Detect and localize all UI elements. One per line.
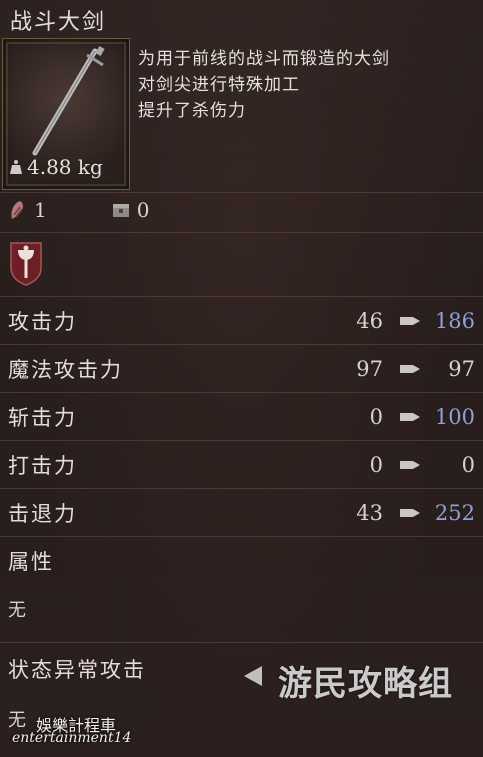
- chest-slot: 0: [111, 198, 150, 222]
- chest-count: 0: [136, 198, 150, 222]
- watermark-triangle-icon: [244, 666, 262, 686]
- arrow-right-icon: [400, 413, 420, 421]
- stat-current-value: 0: [369, 453, 383, 477]
- divider: [0, 392, 483, 393]
- item-description: 为用于前线的战斗而锻造的大剑 对剑尖进行特殊加工 提升了杀伤力: [138, 46, 468, 124]
- stat-new-value: 97: [448, 357, 475, 381]
- stat-row-attack: 攻击力 46 186: [0, 298, 483, 344]
- divider: [0, 232, 483, 233]
- arrow-right-icon: [400, 461, 420, 469]
- divider: [0, 440, 483, 441]
- chest-icon: [112, 204, 129, 217]
- stat-row-slash: 斩击力 0 100: [0, 394, 483, 440]
- stat-row-strike: 打击力 0 0: [0, 442, 483, 488]
- item-name: 战斗大剑: [10, 10, 107, 35]
- divider: [0, 642, 483, 643]
- description-line: 对剑尖进行特殊加工: [138, 75, 300, 95]
- arrow-right-icon: [400, 317, 420, 325]
- stat-label: 击退力: [8, 502, 77, 526]
- divider: [0, 536, 483, 537]
- stat-new-value: 186: [434, 309, 475, 333]
- divider: [0, 192, 483, 193]
- stat-current-value: 46: [356, 309, 383, 333]
- stat-row-knockback: 击退力 43 252: [0, 490, 483, 536]
- stat-row-magic-attack: 魔法攻击力 97 97: [0, 346, 483, 392]
- item-thumbnail: 4.88 kg: [2, 38, 130, 190]
- status-effect-label: 状态异常攻击: [8, 658, 146, 682]
- arrow-right-icon: [400, 365, 420, 373]
- weight-icon: [10, 160, 22, 174]
- upgrade-material-count: 1: [34, 198, 47, 222]
- upgrade-info: 1 0: [8, 196, 149, 224]
- upgrade-material: 1: [8, 198, 47, 222]
- upgrade-material-icon: [11, 201, 23, 219]
- stat-label: 魔法攻击力: [8, 358, 123, 382]
- attribute-value: 无: [8, 600, 26, 621]
- stat-current-value: 0: [369, 405, 383, 429]
- weight-value: 4.88 kg: [27, 155, 103, 179]
- divider: [0, 296, 483, 297]
- stat-label: 斩击力: [8, 406, 77, 430]
- status-effect-value: 无: [8, 710, 26, 731]
- arrow-right-icon: [400, 509, 420, 517]
- description-line: 为用于前线的战斗而锻造的大剑: [138, 49, 390, 69]
- watermark: 游民攻略组: [278, 664, 453, 704]
- divider: [0, 344, 483, 345]
- stat-new-value: 100: [434, 405, 475, 429]
- stat-current-value: 43: [356, 501, 383, 525]
- description-line: 提升了杀伤力: [138, 101, 246, 121]
- signature-line2: entertainment14: [12, 730, 132, 746]
- greatsword-icon: [32, 46, 105, 156]
- stat-label: 打击力: [8, 454, 77, 478]
- attribute-label: 属性: [8, 550, 54, 574]
- stat-new-value: 252: [434, 501, 475, 525]
- stat-label: 攻击力: [8, 310, 77, 334]
- divider: [0, 488, 483, 489]
- stat-new-value: 0: [461, 453, 475, 477]
- axe-shield-emblem-icon: [10, 242, 42, 286]
- stat-current-value: 97: [356, 357, 383, 381]
- item-weight: 4.88 kg: [9, 155, 103, 179]
